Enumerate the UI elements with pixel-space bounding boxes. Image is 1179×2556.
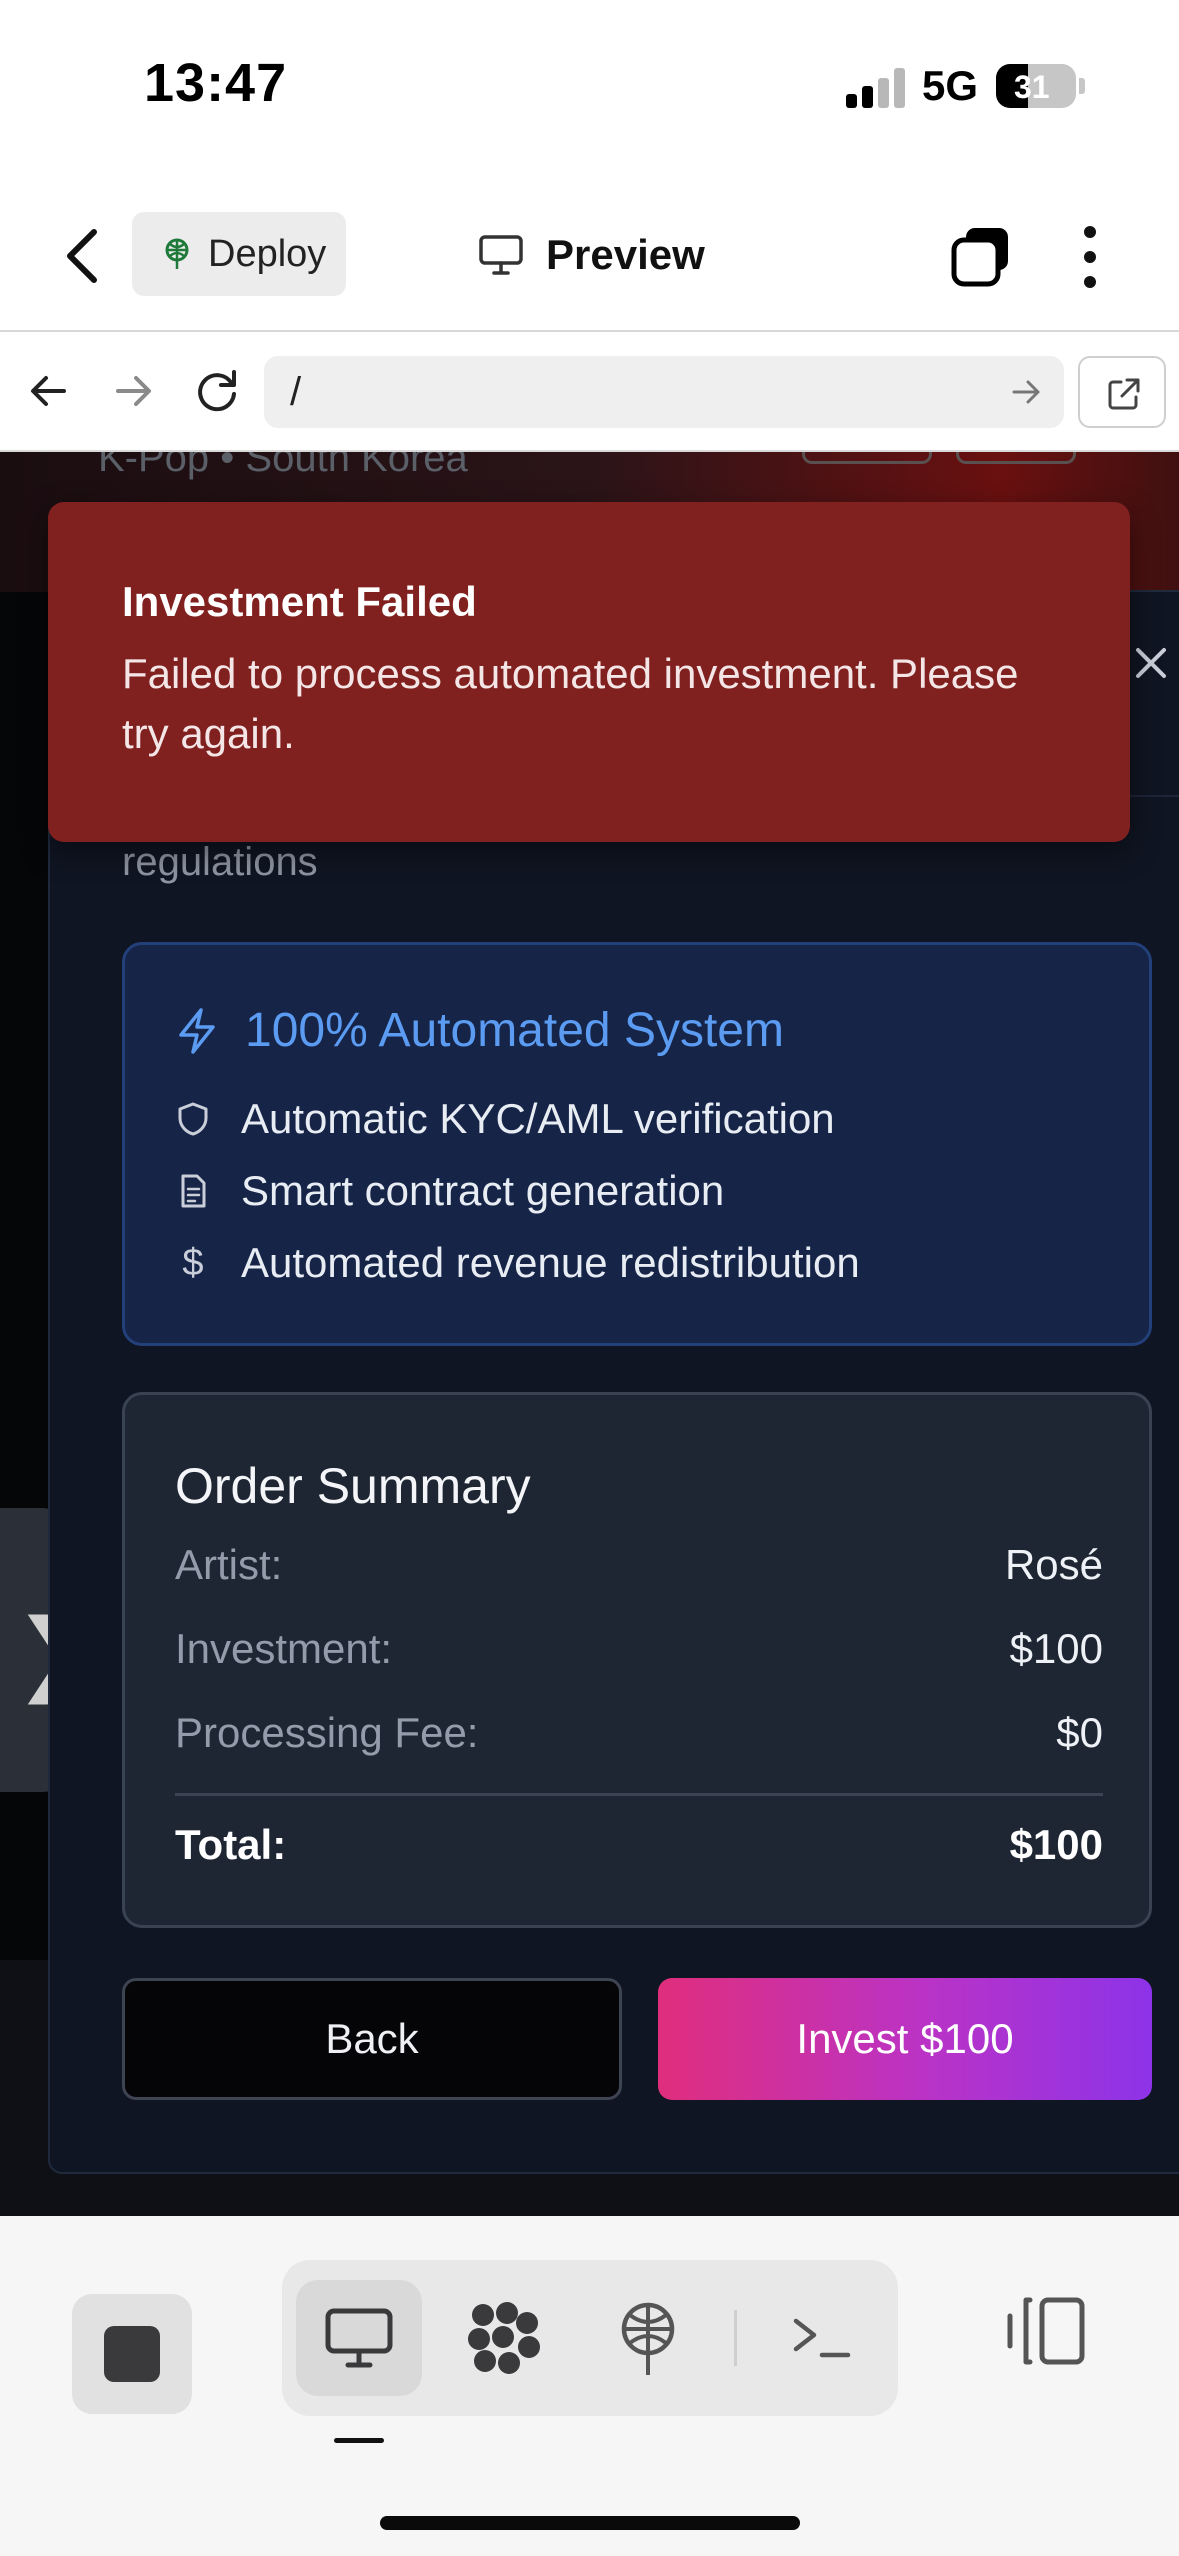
go-arrow-icon[interactable] — [1008, 374, 1044, 410]
battery-icon: 31 — [996, 64, 1076, 108]
preview-label: Preview — [546, 231, 705, 278]
summary-row-total: Total: $100 — [175, 1821, 1103, 1869]
summary-divider — [175, 1793, 1103, 1796]
signal-strength-icon — [846, 68, 906, 108]
total-value: $100 — [1009, 1821, 1103, 1868]
home-indicator — [380, 2516, 800, 2530]
back-button[interactable]: Back — [122, 1978, 622, 2100]
battery-tip — [1079, 78, 1085, 94]
reload-icon[interactable] — [188, 362, 246, 420]
lightning-icon — [179, 1007, 215, 1054]
automation-info-box: 100% Automated System Automatic KYC/AML … — [122, 942, 1152, 1346]
app-toolbar: Deploy Preview — [0, 160, 1179, 332]
feature-label: Automatic KYC/AML verification — [241, 1095, 835, 1142]
tool-group — [282, 2260, 898, 2416]
stop-icon — [104, 2326, 160, 2382]
active-tool-indicator — [334, 2438, 384, 2443]
summary-row-fee: Processing Fee: $0 — [175, 1709, 1103, 1757]
artist-meta: K-Pop • South Korea — [98, 452, 468, 480]
toast-message: Failed to process automated investment. … — [122, 650, 1019, 757]
summary-value: Rosé — [1004, 1541, 1103, 1588]
terminal-icon — [793, 2318, 851, 2358]
order-summary-box: Order Summary Artist: Rosé Investment: $… — [122, 1392, 1152, 1928]
summary-value: $100 — [1009, 1625, 1103, 1672]
preview-tab[interactable]: Preview — [478, 220, 705, 290]
deploy-label: Deploy — [208, 232, 327, 275]
url-field[interactable]: / — [264, 356, 1064, 428]
close-icon[interactable] — [1124, 636, 1178, 690]
dollar-icon: $ — [182, 1241, 204, 1284]
tabs-icon[interactable] — [950, 226, 1012, 288]
regulations-text: regulations — [122, 840, 318, 884]
external-link-icon — [1108, 378, 1140, 410]
browser-forward-icon[interactable] — [104, 362, 162, 420]
deploy-icon — [165, 238, 189, 269]
feature-item: Automatic KYC/AML verification — [175, 1095, 835, 1143]
preview-tool-button[interactable] — [313, 2292, 405, 2384]
browser-back-icon[interactable] — [20, 362, 78, 420]
feature-label: Automated revenue redistribution — [241, 1239, 860, 1286]
apps-icon — [468, 2302, 540, 2374]
order-summary-title: Order Summary — [175, 1458, 531, 1514]
feature-item: $ Automated revenue redistribution — [175, 1239, 860, 1287]
automation-title-label: 100% Automated System — [245, 1004, 784, 1057]
feature-label: Smart contract generation — [241, 1167, 725, 1214]
battery-level: 31 — [1014, 69, 1050, 105]
deploy-tool-button[interactable] — [602, 2292, 694, 2384]
summary-value: $0 — [1056, 1709, 1103, 1756]
deploy-icon — [621, 2302, 675, 2375]
hero-chip — [802, 452, 932, 464]
summary-label: Artist: — [175, 1541, 283, 1588]
bottom-toolbar — [0, 2216, 1179, 2556]
network-type: 5G — [922, 62, 979, 109]
tool-separator — [734, 2310, 737, 2366]
automation-title: 100% Automated System — [175, 1003, 784, 1058]
feature-item: Smart contract generation — [175, 1167, 724, 1215]
monitor-icon — [325, 2308, 393, 2368]
monitor-icon — [479, 235, 523, 275]
console-tool-button[interactable] — [776, 2292, 868, 2384]
invest-button[interactable]: Invest $100 — [658, 1978, 1152, 2100]
total-label: Total: — [175, 1821, 287, 1868]
stop-button[interactable] — [72, 2294, 192, 2414]
apps-tool-button[interactable] — [458, 2292, 550, 2384]
error-toast[interactable]: Investment Failed Failed to process auto… — [48, 502, 1130, 842]
summary-row-artist: Artist: Rosé — [175, 1541, 1103, 1589]
document-icon — [181, 1174, 206, 1208]
toast-title: Investment Failed — [122, 578, 477, 625]
open-external-button[interactable] — [1078, 356, 1166, 428]
hero-chip — [956, 452, 1076, 464]
summary-label: Processing Fee: — [175, 1709, 479, 1756]
summary-row-investment: Investment: $100 — [175, 1625, 1103, 1673]
status-time: 13:47 — [144, 53, 288, 113]
browser-bar: / — [0, 332, 1179, 452]
url-text: / — [290, 370, 302, 414]
status-bar: 13:47 5G 31 — [0, 0, 1179, 160]
summary-label: Investment: — [175, 1625, 393, 1672]
deploy-button[interactable]: Deploy — [132, 212, 346, 296]
shield-icon — [178, 1102, 208, 1136]
back-chevron-icon[interactable] — [60, 226, 104, 286]
more-options-icon[interactable] — [1070, 222, 1110, 292]
split-view-icon[interactable] — [1002, 2286, 1092, 2378]
